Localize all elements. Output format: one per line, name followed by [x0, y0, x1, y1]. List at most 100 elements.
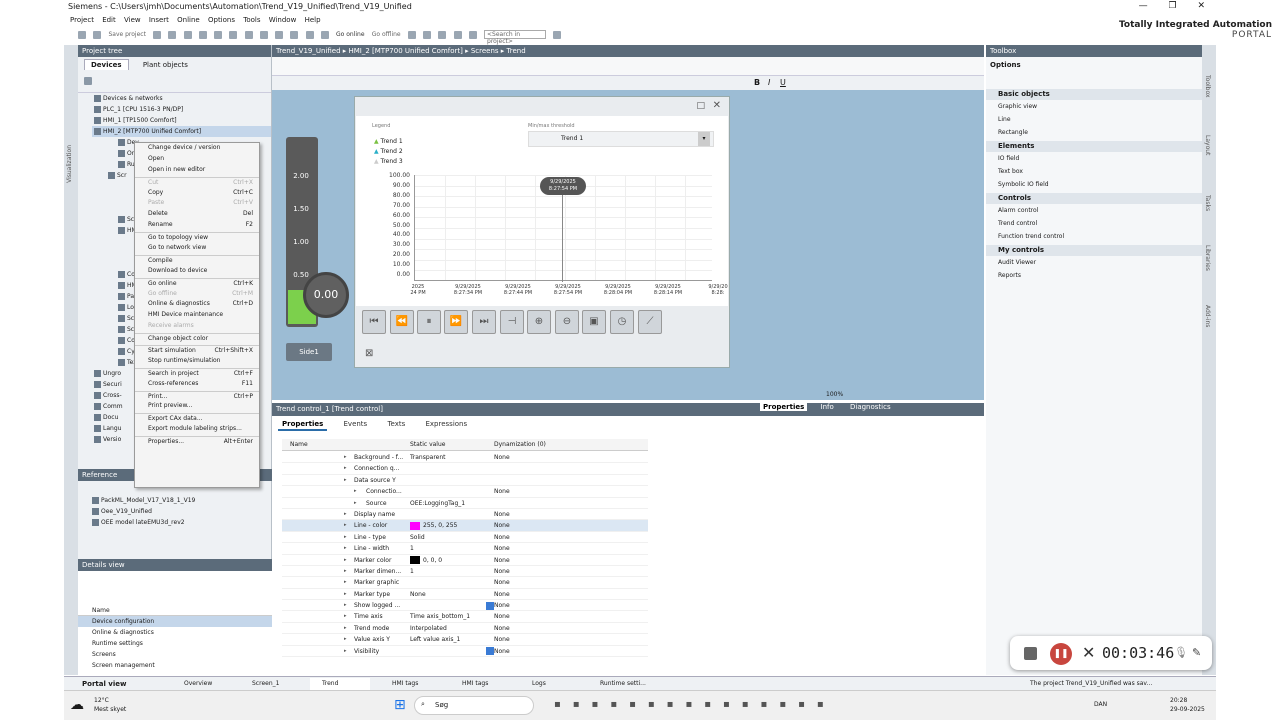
- stop-simulation-icon[interactable]: [320, 30, 329, 39]
- editor-tab[interactable]: Runtime setti...: [588, 678, 646, 690]
- underline-icon[interactable]: U: [780, 78, 786, 87]
- context-menu-item[interactable]: Delete Del: [135, 209, 259, 220]
- context-menu-item[interactable]: Online & diagnostics Ctrl+D: [135, 299, 259, 310]
- context-menu-item[interactable]: Go online Ctrl+K: [135, 277, 259, 289]
- toolbox-section-header[interactable]: My controls: [986, 245, 1202, 256]
- last-page-icon[interactable]: ⏭: [472, 310, 496, 334]
- simulation-icon[interactable]: [305, 30, 314, 39]
- property-dynamization[interactable]: None: [494, 543, 510, 554]
- expand-icon[interactable]: ▸: [344, 589, 347, 600]
- subtab-properties[interactable]: Properties: [278, 419, 328, 431]
- previous-icon[interactable]: ⏪: [390, 310, 414, 334]
- expand-icon[interactable]: ▸: [344, 509, 347, 520]
- property-value[interactable]: 1: [410, 545, 414, 552]
- checkbox[interactable]: [486, 647, 494, 656]
- portal-view-button[interactable]: Portal view: [70, 678, 126, 690]
- tab-diagnostics[interactable]: Diagnostics: [847, 403, 894, 411]
- expand-icon[interactable]: ▸: [344, 577, 347, 588]
- subtab-expressions[interactable]: Expressions: [421, 419, 471, 429]
- clock-time[interactable]: 20:28: [1170, 697, 1187, 704]
- toolbox-options[interactable]: Options: [986, 57, 1202, 73]
- zoom-level[interactable]: 100%: [826, 391, 843, 398]
- tab-plant-objects[interactable]: Plant objects: [137, 60, 194, 70]
- tab-properties[interactable]: Properties: [760, 403, 808, 411]
- context-menu-item[interactable]: Rename F2: [135, 220, 259, 231]
- expand-icon[interactable]: ▸: [344, 452, 347, 463]
- property-row[interactable]: ▸ Marker graphic None: [282, 577, 648, 589]
- toolbox-item[interactable]: Line: [986, 113, 1202, 126]
- property-row[interactable]: ▸ Connectio... None: [282, 486, 648, 498]
- context-menu-item[interactable]: HMI Device maintenance: [135, 310, 259, 321]
- maximize-icon[interactable]: [468, 30, 477, 39]
- undo-icon[interactable]: [229, 30, 238, 39]
- context-menu-item[interactable]: Open: [135, 154, 259, 165]
- property-row[interactable]: ▸ Line - color 255, 0, 255 None: [282, 520, 648, 532]
- editor-tab-active[interactable]: Trend: [310, 678, 370, 690]
- context-menu-item[interactable]: Go offline Ctrl+M: [135, 289, 259, 300]
- tree-filter-icon[interactable]: [84, 77, 92, 85]
- context-menu-item[interactable]: Cut Ctrl+X: [135, 176, 259, 188]
- expand-icon[interactable]: ▸: [344, 634, 347, 645]
- property-value[interactable]: Left value axis_1: [410, 636, 460, 643]
- property-dynamization[interactable]: None: [494, 634, 510, 645]
- property-dynamization[interactable]: None: [494, 532, 510, 543]
- context-menu-item[interactable]: Compile: [135, 254, 259, 266]
- taskbar-apps[interactable]: ▪▪▪▪▪▪▪▪▪▪▪▪▪▪▪: [554, 699, 836, 710]
- property-row[interactable]: ▸ Source OEE:LoggingTag_1: [282, 498, 648, 509]
- details-item[interactable]: Screens: [78, 649, 272, 660]
- reference-item[interactable]: PackML_Model_V17_V18_1_V19: [78, 495, 272, 506]
- menu-insert[interactable]: Insert: [149, 16, 169, 24]
- context-menu-item[interactable]: Go to topology view: [135, 232, 259, 243]
- rail-toolbox[interactable]: Toolbox: [1204, 75, 1211, 98]
- language-indicator[interactable]: DAN: [1094, 701, 1107, 708]
- rail-add-ins[interactable]: Add-ins: [1204, 305, 1211, 327]
- new-project-icon[interactable]: [78, 30, 86, 39]
- property-dynamization[interactable]: None: [494, 577, 510, 588]
- save-project-button[interactable]: Save project: [108, 31, 145, 38]
- context-menu-item[interactable]: Stop runtime/simulation: [135, 356, 259, 367]
- split-horizontal-icon[interactable]: [438, 30, 447, 39]
- property-dynamization[interactable]: None: [494, 611, 510, 622]
- go-online-button[interactable]: Go online: [336, 31, 365, 38]
- context-menu-item[interactable]: Receive alarms: [135, 321, 259, 332]
- editor-tab[interactable]: HMI tags: [380, 678, 418, 690]
- property-row[interactable]: ▸ Data source Y: [282, 475, 648, 487]
- tree-item[interactable]: HMI_1 [TP1500 Comfort]: [92, 115, 271, 126]
- zoom-area-icon[interactable]: ▣: [582, 310, 606, 334]
- subtab-texts[interactable]: Texts: [383, 419, 409, 429]
- value-knob[interactable]: 0.00: [303, 272, 349, 318]
- property-value[interactable]: Solid: [410, 534, 425, 541]
- accessible-devices-icon[interactable]: [407, 30, 416, 39]
- print-icon[interactable]: [153, 30, 162, 39]
- expand-icon[interactable]: ▸: [344, 555, 347, 566]
- toolbox-item[interactable]: Symbolic IO field: [986, 178, 1202, 191]
- context-menu-item[interactable]: Download to device: [135, 266, 259, 277]
- context-menu-item[interactable]: Open in new editor: [135, 165, 259, 176]
- rail-tasks[interactable]: Tasks: [1204, 195, 1211, 211]
- toolbox-item[interactable]: Alarm control: [986, 204, 1202, 217]
- property-dynamization[interactable]: None: [494, 566, 510, 577]
- context-menu-item[interactable]: Go to network view: [135, 243, 259, 254]
- property-row[interactable]: ▸ Show logged ... None: [282, 600, 648, 612]
- property-value[interactable]: Time axis_bottom_1: [410, 613, 470, 620]
- toolbox-item[interactable]: Graphic view: [986, 100, 1202, 113]
- cut-icon[interactable]: [168, 30, 177, 39]
- editor-tab[interactable]: Overview: [172, 678, 212, 690]
- split-vertical-icon[interactable]: [453, 30, 462, 39]
- next-icon[interactable]: ⏩: [444, 310, 468, 334]
- threshold-dropdown[interactable]: Trend 1 ▾: [528, 131, 714, 147]
- toolbox-item[interactable]: Text box: [986, 165, 1202, 178]
- expand-icon[interactable]: ▸: [344, 646, 347, 657]
- menu-tools[interactable]: Tools: [243, 16, 260, 24]
- menu-help[interactable]: Help: [305, 16, 321, 24]
- property-dynamization[interactable]: None: [494, 600, 510, 611]
- property-row[interactable]: ▸ Trend mode Interpolated None: [282, 623, 648, 635]
- expand-icon[interactable]: ▸: [344, 611, 347, 622]
- side1-button[interactable]: Side1: [286, 343, 332, 361]
- expand-icon[interactable]: ▸: [344, 623, 347, 634]
- property-row[interactable]: ▸ Connection q...: [282, 463, 648, 475]
- trend-icon[interactable]: ⟋: [638, 310, 662, 334]
- search-icon[interactable]: [553, 30, 562, 39]
- context-menu-item[interactable]: Change device / version: [135, 143, 259, 154]
- property-row[interactable]: ▸ Value axis Y Left value axis_1 None: [282, 634, 648, 646]
